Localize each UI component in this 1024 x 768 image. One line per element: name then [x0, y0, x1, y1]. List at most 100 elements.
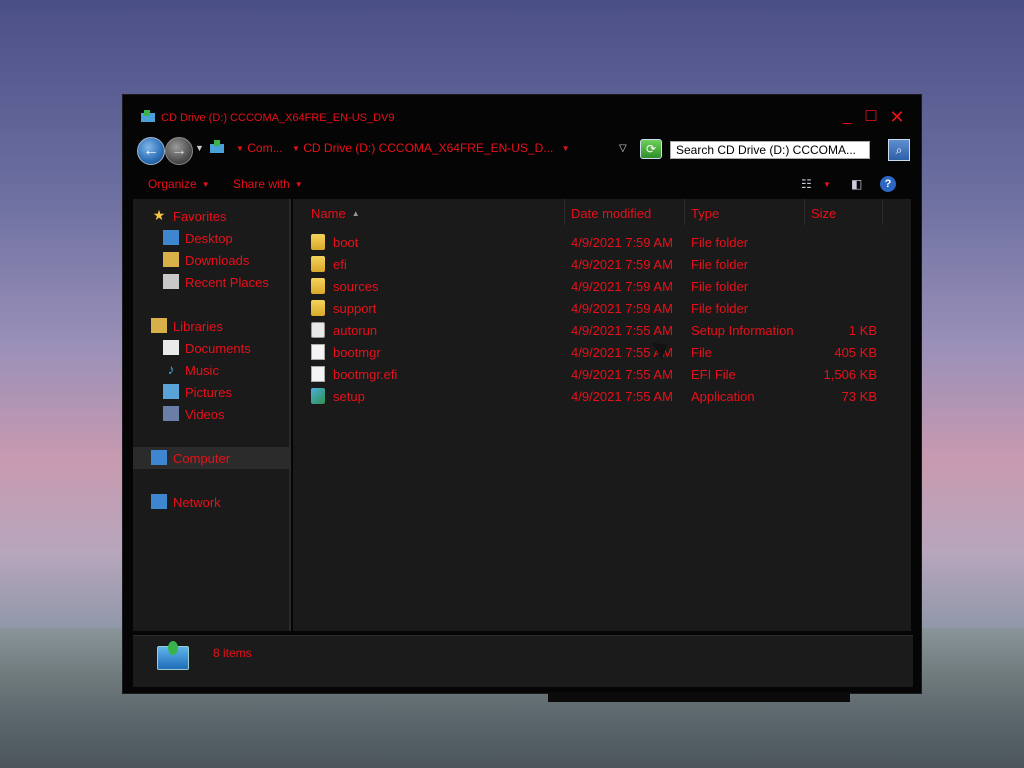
- table-row[interactable]: support 4/9/2021 7:59 AM File folder: [293, 297, 911, 319]
- breadcrumb-cd-drive[interactable]: ▼ CD Drive (D:) CCCOMA_X64FRE_EN-US_D...…: [287, 141, 570, 155]
- sidebar-item-label: Favorites: [173, 209, 227, 224]
- recent-places-icon: [163, 274, 179, 289]
- table-row[interactable]: bootmgr.efi 4/9/2021 7:55 AM EFI File 1,…: [293, 363, 911, 385]
- music-icon: ♪: [167, 361, 175, 377]
- network-icon: [151, 494, 167, 509]
- sidebar-item-label: Computer: [173, 451, 231, 466]
- file-type: Application: [691, 389, 755, 404]
- file-size: 1 KB: [848, 323, 877, 338]
- sidebar-item-label: Recent Places: [185, 275, 269, 290]
- breadcrumb-computer[interactable]: ▼ Com...: [231, 141, 283, 155]
- command-bar: Organize ▼ Share with ▼ ☷ ▼ ◧ ?: [133, 169, 913, 199]
- desktop-icon: [163, 230, 179, 245]
- file-date: 4/9/2021 7:55 AM: [571, 367, 673, 382]
- file-date: 4/9/2021 7:59 AM: [571, 257, 673, 272]
- sidebar-item-recent-places[interactable]: Recent Places: [133, 271, 291, 293]
- recent-pages-dropdown[interactable]: ▼: [195, 143, 204, 153]
- file-type: File folder: [691, 279, 749, 294]
- file-type: EFI File: [691, 367, 736, 382]
- libraries-icon: [151, 318, 167, 333]
- table-row[interactable]: boot 4/9/2021 7:59 AM File folder: [293, 231, 911, 253]
- forward-arrow-icon: →: [171, 142, 187, 159]
- star-icon: ★: [152, 207, 166, 223]
- explorer-window: CD Drive (D:) CCCOMA_X64FRE_EN-US_DV9 _ …: [122, 94, 922, 694]
- file-icon: [311, 366, 325, 382]
- sidebar-item-videos[interactable]: Videos: [133, 403, 291, 425]
- sidebar-item-favorites[interactable]: ★ Favorites: [133, 205, 291, 227]
- application-icon: [311, 388, 325, 404]
- file-list: Name ▲ Date modified Type Size boot 4/9/2…: [293, 199, 911, 631]
- file-size: 73 KB: [841, 389, 877, 404]
- sidebar-item-computer[interactable]: Computer: [133, 447, 291, 469]
- share-with-label: Share with: [233, 177, 290, 191]
- sidebar-item-label: Downloads: [185, 253, 250, 268]
- search-input[interactable]: Search CD Drive (D:) CCCOMA...: [670, 141, 870, 159]
- refresh-icon: ⟳: [645, 142, 657, 156]
- help-icon[interactable]: ?: [880, 176, 896, 192]
- refresh-button[interactable]: ⟳: [640, 139, 662, 159]
- preview-pane-icon[interactable]: ◧: [851, 177, 862, 191]
- minimize-button[interactable]: _: [837, 109, 857, 127]
- table-row[interactable]: setup 4/9/2021 7:55 AM Application 73 KB: [293, 385, 911, 407]
- file-type: File folder: [691, 257, 749, 272]
- window-shadow-strip: [548, 692, 850, 702]
- column-header-date[interactable]: Date modified: [565, 199, 685, 225]
- videos-icon: [163, 406, 179, 421]
- search-button[interactable]: ⌕: [888, 139, 910, 161]
- file-date: 4/9/2021 7:59 AM: [571, 235, 673, 250]
- file-date: 4/9/2021 7:55 AM: [571, 389, 673, 404]
- file-name: setup: [333, 389, 365, 404]
- close-button[interactable]: ✕: [887, 108, 907, 127]
- sidebar-item-desktop[interactable]: Desktop: [133, 227, 291, 249]
- view-options-caret-icon[interactable]: ▼: [823, 180, 831, 189]
- cd-drive-icon: [141, 110, 155, 122]
- search-icon: ⌕: [895, 143, 903, 157]
- file-date: 4/9/2021 7:59 AM: [571, 279, 673, 294]
- table-row[interactable]: autorun 4/9/2021 7:55 AM Setup Informati…: [293, 319, 911, 341]
- sidebar-item-music[interactable]: ♪ Music: [133, 359, 291, 381]
- file-size: 405 KB: [834, 345, 877, 360]
- organize-button[interactable]: Organize ▼: [148, 177, 210, 191]
- sidebar-item-label: Desktop: [185, 231, 233, 246]
- table-row[interactable]: sources 4/9/2021 7:59 AM File folder: [293, 275, 911, 297]
- setup-info-icon: [311, 322, 325, 338]
- file-name: support: [333, 301, 377, 316]
- computer-address-icon: [210, 140, 224, 153]
- sidebar-item-label: Documents: [185, 341, 251, 356]
- sidebar-item-documents[interactable]: Documents: [133, 337, 291, 359]
- address-history-dropdown[interactable]: ▽: [619, 143, 627, 154]
- sidebar-item-pictures[interactable]: Pictures: [133, 381, 291, 403]
- table-row[interactable]: efi 4/9/2021 7:59 AM File folder: [293, 253, 911, 275]
- file-date: 4/9/2021 7:55 AM: [571, 323, 673, 338]
- column-header-size[interactable]: Size: [805, 199, 883, 225]
- column-header-type[interactable]: Type: [685, 199, 805, 225]
- file-name: boot: [333, 235, 359, 250]
- forward-button[interactable]: →: [165, 137, 193, 165]
- folder-icon: [311, 256, 325, 272]
- item-count: 8 items: [213, 646, 252, 660]
- breadcrumb-cd-drive-label: CD Drive (D:) CCCOMA_X64FRE_EN-US_D...: [303, 141, 554, 155]
- pictures-icon: [163, 384, 179, 399]
- column-header-name[interactable]: Name ▲: [293, 199, 565, 225]
- file-date: 4/9/2021 7:59 AM: [571, 301, 673, 316]
- change-view-icon[interactable]: ☷: [801, 177, 812, 191]
- sidebar-item-label: Music: [185, 363, 219, 378]
- organize-label: Organize: [148, 177, 197, 191]
- sidebar-item-libraries[interactable]: Libraries: [133, 315, 291, 337]
- share-with-button[interactable]: Share with ▼: [233, 177, 303, 191]
- file-name: bootmgr: [333, 345, 381, 360]
- file-type: File folder: [691, 301, 749, 316]
- sort-ascending-icon: ▲: [351, 209, 360, 218]
- file-name: autorun: [333, 323, 378, 338]
- folder-icon: [311, 300, 325, 316]
- breadcrumb-caret-icon: ▼: [236, 144, 244, 153]
- sidebar-item-downloads[interactable]: Downloads: [133, 249, 291, 271]
- details-pane: 8 items: [133, 635, 913, 687]
- back-button[interactable]: ←: [137, 137, 165, 165]
- table-row[interactable]: bootmgr 4/9/2021 7:55 AM File 405 KB: [293, 341, 911, 363]
- breadcrumb-caret-icon: ▼: [292, 144, 300, 153]
- maximize-button[interactable]: ☐: [861, 109, 881, 127]
- sidebar-item-network[interactable]: Network: [133, 491, 291, 513]
- sidebar-item-label: Videos: [185, 407, 225, 422]
- cd-drive-large-icon: [157, 641, 189, 670]
